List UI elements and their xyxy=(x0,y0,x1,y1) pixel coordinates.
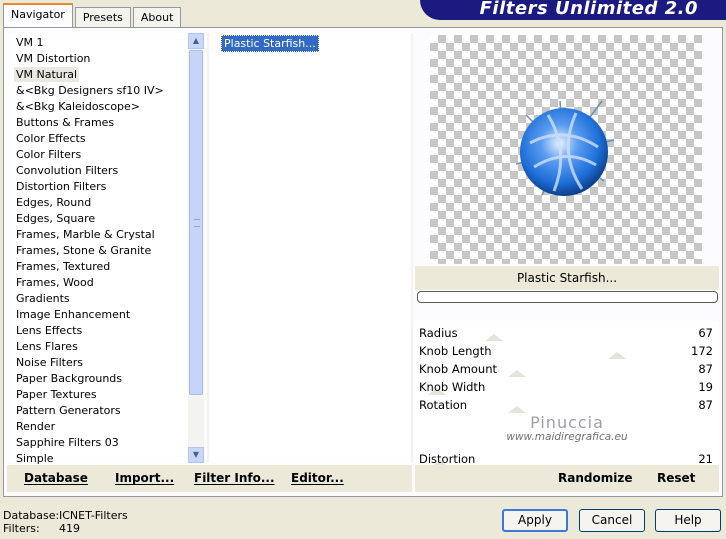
parameter-name: Radius xyxy=(419,326,458,340)
category-item[interactable]: Color Effects xyxy=(14,131,88,146)
category-item[interactable]: Paper Textures xyxy=(14,387,99,402)
category-item[interactable]: &<Bkg Kaleidoscope> xyxy=(14,99,142,114)
parameter-value: 21 xyxy=(698,452,713,466)
help-button[interactable]: Help xyxy=(655,509,721,532)
category-item[interactable]: Distortion Filters xyxy=(14,179,108,194)
watermark-url: www.maidiregrafica.eu xyxy=(506,431,628,443)
progress-bar xyxy=(417,291,718,303)
category-item[interactable]: Lens Flares xyxy=(14,339,80,354)
scroll-thumb[interactable] xyxy=(189,50,203,395)
parameter-row[interactable]: Knob Amount 87 xyxy=(415,359,719,377)
category-item[interactable]: VM Natural xyxy=(14,67,80,82)
category-item[interactable]: Color Filters xyxy=(14,147,83,162)
category-item[interactable]: Noise Filters xyxy=(14,355,85,370)
cancel-button[interactable]: Cancel xyxy=(579,509,645,532)
category-item[interactable]: Pattern Generators xyxy=(14,403,123,418)
category-item[interactable]: Render xyxy=(14,419,57,434)
apply-button[interactable]: Apply xyxy=(502,509,568,532)
slider-knob[interactable] xyxy=(485,334,503,341)
selected-filter-name: Plastic Starfish... xyxy=(415,266,719,290)
divider xyxy=(207,33,209,463)
category-item[interactable]: &<Bkg Designers sf10 IV> xyxy=(14,83,166,98)
category-item[interactable]: Sapphire Filters 03 xyxy=(14,435,121,450)
parameter-name: Knob Length xyxy=(419,344,492,358)
category-item[interactable]: Convolution Filters xyxy=(14,163,120,178)
category-scrollbar[interactable]: ▲ ▼ xyxy=(188,33,204,463)
parameter-button-row: Randomize Reset xyxy=(415,465,719,492)
filter-item-selected[interactable]: Plastic Starfish... xyxy=(221,35,319,52)
parameter-row[interactable]: Knob Width 19 xyxy=(415,377,719,395)
parameter-value: 67 xyxy=(698,326,713,340)
import-button[interactable]: Import... xyxy=(115,471,174,485)
parameter-row[interactable]: Knob Length 172 xyxy=(415,341,719,359)
filters-count-value: 419 xyxy=(59,522,80,535)
divider xyxy=(411,33,413,463)
category-item[interactable]: VM 1 xyxy=(14,35,46,50)
database-label: Database: xyxy=(3,509,60,522)
parameter-value: 87 xyxy=(698,398,713,412)
category-item[interactable]: Paper Backgrounds xyxy=(14,371,124,386)
parameter-row[interactable]: Rotation 87 xyxy=(415,395,719,413)
category-item[interactable]: Frames, Stone & Granite xyxy=(14,243,153,258)
category-item[interactable]: Frames, Marble & Crystal xyxy=(14,227,157,242)
category-list[interactable]: VM 1 VM Distortion VM Natural &<Bkg Designe… xyxy=(10,33,188,466)
navigator-button-row: Database Import... Filter Info... Editor… xyxy=(7,465,412,492)
tab-navigator[interactable]: Navigator xyxy=(3,3,73,28)
category-item[interactable]: Frames, Wood xyxy=(14,275,96,290)
slider-knob[interactable] xyxy=(508,406,526,413)
filters-count-label: Filters: xyxy=(3,522,40,535)
parameter-value: 19 xyxy=(698,380,713,394)
parameter-name: Knob Width xyxy=(419,380,486,394)
category-item[interactable]: Frames, Textured xyxy=(14,259,112,274)
reset-button[interactable]: Reset xyxy=(657,471,695,485)
category-item[interactable]: Image Enhancement xyxy=(14,307,132,322)
tab-presets[interactable]: Presets xyxy=(74,7,131,28)
slider-knob[interactable] xyxy=(508,370,526,377)
category-item[interactable]: VM Distortion xyxy=(14,51,92,66)
status-info: Database:ICNET-Filters Filters: 419 xyxy=(3,509,128,535)
scroll-down-button[interactable]: ▼ xyxy=(188,447,204,463)
filter-info-button[interactable]: Filter Info... xyxy=(194,471,275,485)
category-item[interactable]: Buttons & Frames xyxy=(14,115,116,130)
tab-strip: Navigator Presets About xyxy=(3,3,183,28)
filter-list[interactable]: Plastic Starfish... xyxy=(210,33,410,463)
parameter-name: Knob Amount xyxy=(419,362,498,376)
parameter-row[interactable]: Radius 67 xyxy=(415,323,719,341)
category-item[interactable]: Simple xyxy=(14,451,56,466)
parameter-name: Distortion xyxy=(419,452,476,466)
tab-about[interactable]: About xyxy=(132,7,182,28)
randomize-button[interactable]: Randomize xyxy=(558,471,632,485)
parameter-value: 87 xyxy=(698,362,713,376)
preview-canvas xyxy=(430,35,702,264)
category-item[interactable]: Edges, Square xyxy=(14,211,97,226)
category-item[interactable]: Edges, Round xyxy=(14,195,93,210)
app-title: Filters Unlimited 2.0 xyxy=(479,0,698,19)
starfish-preview-image xyxy=(515,100,615,196)
database-button[interactable]: Database xyxy=(24,471,88,485)
scroll-up-button[interactable]: ▲ xyxy=(188,33,204,49)
slider-knob[interactable] xyxy=(608,352,626,359)
category-item[interactable]: Gradients xyxy=(14,291,72,306)
watermark-name: Pinuccia xyxy=(530,413,604,432)
editor-button[interactable]: Editor... xyxy=(291,471,344,485)
parameter-panel: Radius 67 Knob Length 172 Knob Amount 87 Knob … xyxy=(415,321,719,467)
header-banner: Filters Unlimited 2.0 xyxy=(420,0,726,20)
parameter-name: Rotation xyxy=(419,398,468,412)
database-value: ICNET-Filters xyxy=(59,509,128,522)
watermark: Pinuccia www.maidiregrafica.eu xyxy=(415,413,719,443)
category-item[interactable]: Lens Effects xyxy=(14,323,84,338)
parameter-value: 172 xyxy=(691,344,713,358)
